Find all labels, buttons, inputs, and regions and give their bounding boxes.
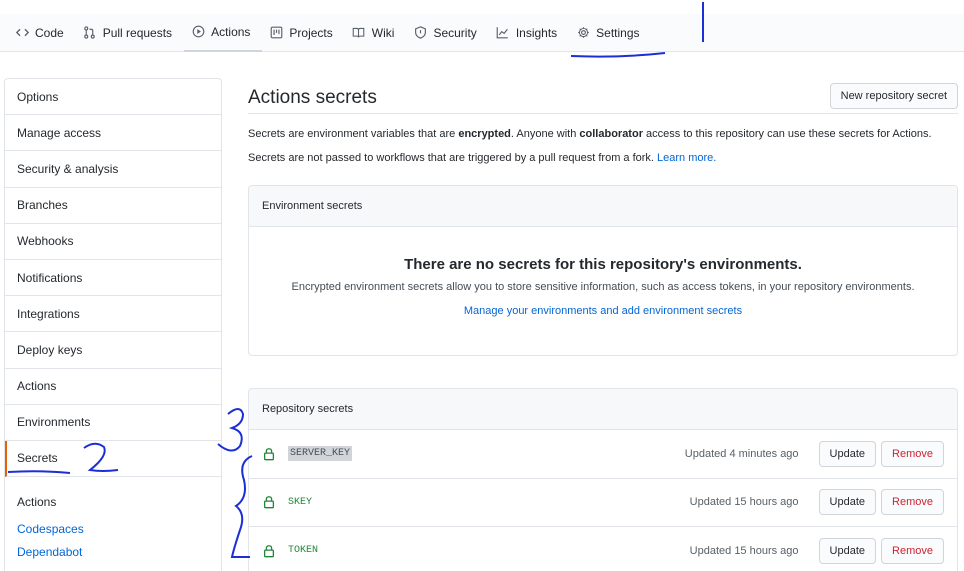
- main-content: Actions secrets New repository secret Se…: [248, 78, 958, 571]
- tab-actions[interactable]: Actions: [184, 14, 263, 52]
- pull-request-icon: [83, 26, 97, 40]
- new-repository-secret-button[interactable]: New repository secret: [829, 82, 958, 109]
- tab-security[interactable]: Security: [406, 14, 488, 52]
- desc-text: Secrets are not passed to workflows that…: [248, 152, 658, 164]
- sidebar-item-environments[interactable]: Environments: [5, 405, 221, 441]
- description-line-1: Secrets are environment variables that a…: [248, 122, 958, 146]
- secret-name: SERVER_KEY: [288, 446, 353, 462]
- blank-slate: There are no secrets for this repository…: [249, 227, 957, 317]
- sidebar-group-title: Actions: [17, 495, 57, 510]
- gear-icon: [576, 26, 590, 40]
- tab-label: Code: [35, 25, 64, 40]
- learn-more-link[interactable]: Learn more.: [657, 152, 716, 164]
- secret-updated: Updated 4 minutes ago: [684, 447, 799, 460]
- tab-label: Actions: [211, 24, 251, 39]
- lock-icon: [262, 447, 276, 461]
- tab-pull-requests[interactable]: Pull requests: [76, 14, 184, 52]
- update-button[interactable]: Update: [818, 489, 877, 516]
- secret-row: SERVER_KEY Updated 4 minutes ago Update …: [249, 430, 957, 479]
- tab-label: Security: [433, 25, 477, 40]
- tab-projects[interactable]: Projects: [262, 14, 344, 52]
- remove-button[interactable]: Remove: [881, 537, 944, 564]
- project-icon: [269, 26, 283, 40]
- remove-button[interactable]: Remove: [881, 489, 944, 516]
- blank-slate-title: There are no secrets for this repository…: [404, 256, 802, 273]
- desc-bold-collaborator: collaborator: [579, 128, 643, 140]
- code-icon: [15, 26, 29, 40]
- secret-row: SKEY Updated 15 hours ago Update Remove: [249, 479, 957, 527]
- tab-label: Pull requests: [102, 25, 173, 40]
- tab-settings[interactable]: Settings: [569, 14, 651, 52]
- secret-updated: Updated 15 hours ago: [689, 544, 799, 557]
- page-header: Actions secrets New repository secret: [248, 78, 958, 114]
- sidebar-item-deploy-keys[interactable]: Deploy keys: [5, 332, 221, 369]
- sidebar-link-dependabot[interactable]: Dependabot: [5, 540, 221, 563]
- sidebar-item-branches[interactable]: Branches: [5, 188, 221, 224]
- tab-label: Wiki: [371, 25, 395, 40]
- sidebar-item-security-analysis[interactable]: Security & analysis: [5, 151, 221, 188]
- secret-updated: Updated 15 hours ago: [689, 496, 799, 509]
- tab-insights[interactable]: Insights: [489, 14, 569, 52]
- sidebar-link-codespaces[interactable]: Codespaces: [5, 517, 221, 540]
- description-line-2: Secrets are not passed to workflows that…: [248, 146, 958, 170]
- manage-environments-link[interactable]: Manage your environments and add environ…: [464, 305, 742, 317]
- sidebar-item-options[interactable]: Options: [5, 79, 221, 116]
- secret-name: TOKEN: [288, 545, 319, 557]
- settings-sidebar: Options Manage access Security & analysi…: [4, 78, 222, 571]
- tab-label: Insights: [515, 25, 558, 40]
- description: Secrets are environment variables that a…: [248, 122, 958, 170]
- repo-nav: Code Pull requests Actions Projects Wiki…: [0, 14, 964, 52]
- desc-text: Secrets are environment variables that a…: [248, 128, 459, 140]
- sidebar-item-manage-access[interactable]: Manage access: [5, 115, 221, 152]
- book-icon: [352, 26, 366, 40]
- update-button[interactable]: Update: [818, 440, 877, 467]
- desc-text: . Anyone with: [510, 128, 580, 140]
- lock-icon: [262, 544, 276, 558]
- row-actions: Update Remove: [818, 537, 944, 564]
- tab-wiki[interactable]: Wiki: [345, 14, 407, 52]
- page-title: Actions secrets: [248, 86, 377, 108]
- sidebar-item-webhooks[interactable]: Webhooks: [5, 224, 221, 260]
- environment-secrets-header: Environment secrets: [249, 186, 957, 227]
- environment-secrets-box: Environment secrets There are no secrets…: [248, 185, 958, 356]
- secret-name: SKEY: [288, 496, 313, 508]
- annotation-settings-underline: [570, 52, 666, 58]
- row-actions: Update Remove: [818, 440, 944, 467]
- desc-text: access to this repository can use these …: [642, 128, 932, 140]
- tab-code[interactable]: Code: [8, 14, 76, 52]
- shield-icon: [413, 26, 427, 40]
- tab-label: Settings: [596, 25, 640, 40]
- repository-secrets-box: Repository secrets SERVER_KEY Updated 4 …: [248, 388, 958, 571]
- lock-icon: [262, 495, 276, 509]
- sidebar-item-notifications[interactable]: Notifications: [5, 260, 221, 297]
- repository-secrets-header: Repository secrets: [249, 389, 957, 430]
- graph-icon: [496, 26, 510, 40]
- sidebar-item-secrets[interactable]: Secrets: [5, 440, 221, 478]
- row-actions: Update Remove: [818, 489, 944, 516]
- desc-bold-encrypted: encrypted: [458, 128, 511, 140]
- sidebar-item-actions[interactable]: Actions: [5, 369, 221, 405]
- sidebar-item-integrations[interactable]: Integrations: [5, 296, 221, 333]
- tab-label: Projects: [289, 25, 333, 40]
- blank-slate-description: Encrypted environment secrets allow you …: [291, 281, 915, 293]
- remove-button[interactable]: Remove: [881, 440, 944, 467]
- play-icon: [191, 25, 205, 39]
- secret-row: TOKEN Updated 15 hours ago Update Remove: [249, 527, 957, 571]
- update-button[interactable]: Update: [818, 537, 877, 564]
